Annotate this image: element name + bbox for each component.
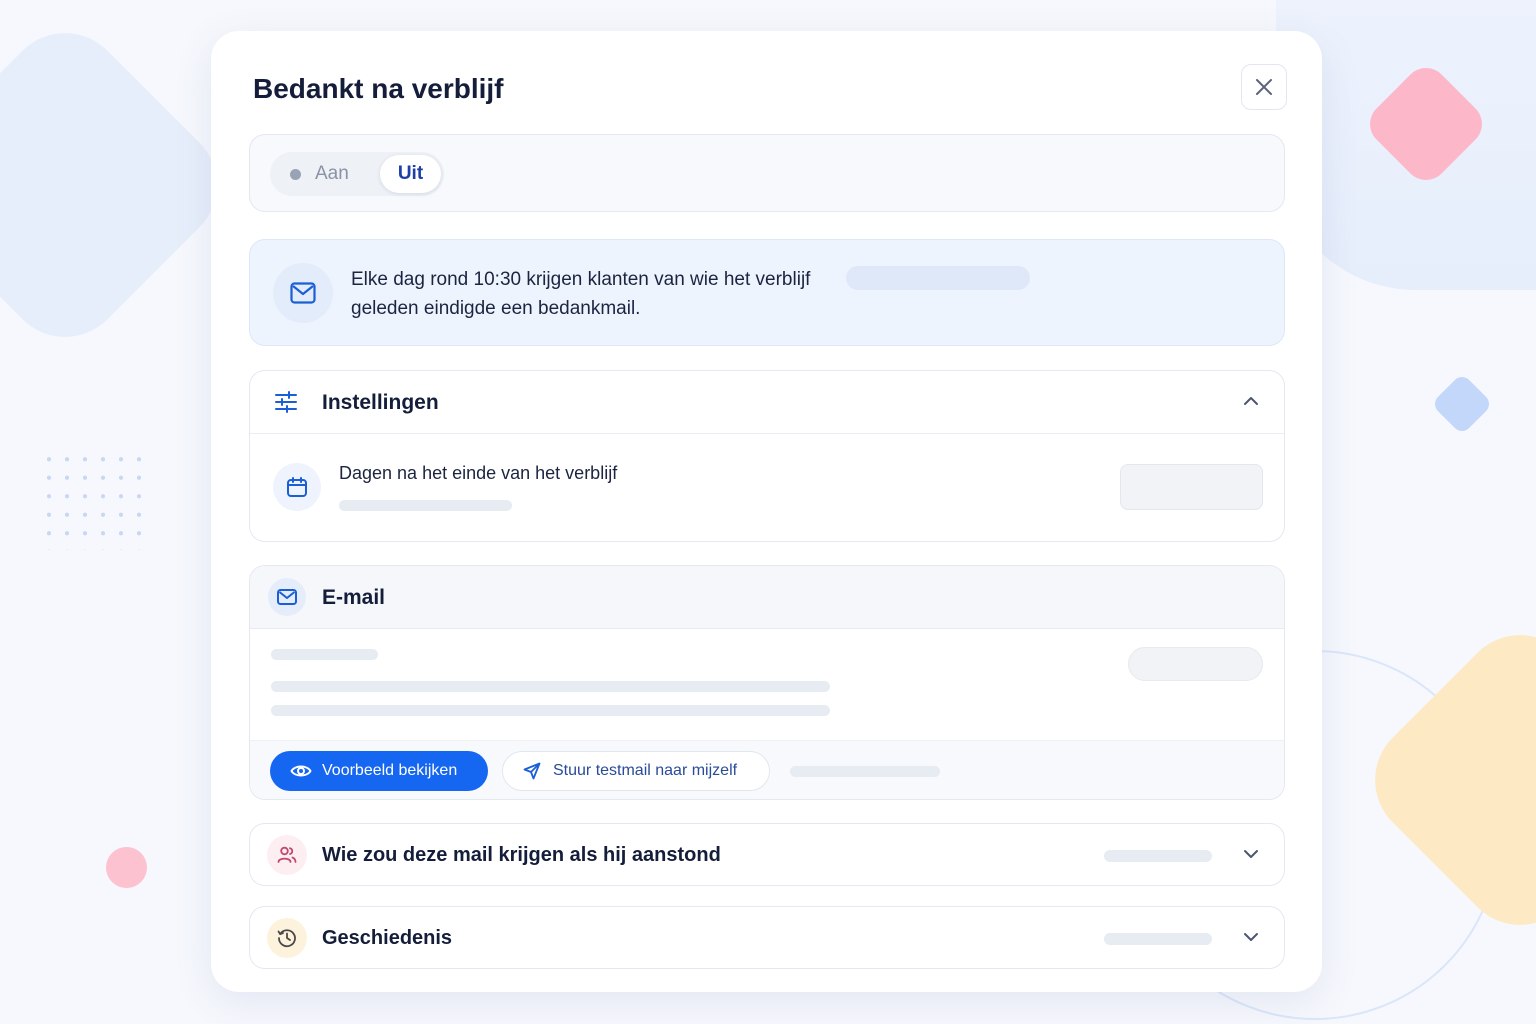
- settings-section: Instellingen Dagen na het einde van het …: [249, 370, 1285, 542]
- modal-title: Bedankt na verblijf: [253, 73, 504, 104]
- send-test-button[interactable]: Stuur testmail naar mijzelf: [502, 751, 770, 791]
- status-toggle[interactable]: Aan Uit: [270, 152, 444, 196]
- days-after-stay-input[interactable]: [1120, 464, 1263, 510]
- placeholder-skeleton: [846, 266, 1030, 290]
- users-icon-container: [267, 835, 307, 875]
- toggle-on-option[interactable]: Aan: [270, 152, 380, 196]
- status-toggle-card: Aan Uit: [249, 134, 1285, 212]
- toggle-off-option[interactable]: Uit: [380, 155, 441, 193]
- email-header: E-mail: [250, 566, 1284, 629]
- settings-title: Instellingen: [322, 391, 439, 414]
- background-diamond: [1430, 372, 1494, 436]
- calendar-icon: [287, 477, 307, 497]
- placeholder-skeleton: [271, 649, 378, 660]
- placeholder-skeleton: [1104, 933, 1212, 945]
- placeholder-skeleton: [1104, 850, 1212, 862]
- mail-icon: [290, 282, 316, 304]
- email-title: E-mail: [322, 586, 386, 609]
- chevron-up-icon[interactable]: [1242, 392, 1260, 410]
- background-dot-grid: [40, 450, 152, 550]
- placeholder-skeleton: [271, 705, 830, 716]
- info-icon-container: [273, 263, 333, 323]
- preview-button-label: Voorbeeld bekijken: [322, 762, 458, 779]
- settings-header[interactable]: Instellingen: [250, 371, 1284, 434]
- email-section: E-mail Voorbeeld bekijken Stuur testmail…: [249, 565, 1285, 800]
- calendar-icon-container: [273, 463, 321, 511]
- status-dot-icon: [290, 168, 301, 180]
- send-test-button-label: Stuur testmail naar mijzelf: [553, 762, 738, 779]
- history-clock-icon: [277, 929, 296, 948]
- mail-icon: [277, 589, 297, 605]
- background-dot: [106, 847, 147, 888]
- close-button[interactable]: [1241, 64, 1287, 110]
- info-text: Elke dag rond 10:30 krijgen klanten van …: [351, 269, 811, 319]
- eye-icon: [290, 765, 312, 777]
- chevron-down-icon[interactable]: [1242, 928, 1260, 946]
- days-after-stay-label: Dagen na het einde van het verblijf: [339, 463, 618, 483]
- chevron-down-icon[interactable]: [1242, 845, 1260, 863]
- placeholder-skeleton: [271, 681, 830, 692]
- recipients-title: Wie zou deze mail krijgen als hij aansto…: [322, 844, 721, 866]
- send-icon: [523, 762, 541, 780]
- toggle-off-label: Uit: [397, 163, 424, 184]
- close-icon: [1256, 79, 1272, 95]
- email-icon-container: [268, 578, 306, 616]
- toggle-on-label: Aan: [315, 163, 349, 184]
- preview-button[interactable]: Voorbeeld bekijken: [270, 751, 488, 791]
- history-title: Geschiedenis: [322, 927, 453, 949]
- history-section[interactable]: Geschiedenis: [249, 906, 1285, 969]
- clock-icon-container: [267, 918, 307, 958]
- email-actions: Voorbeeld bekijken Stuur testmail naar m…: [250, 740, 1284, 799]
- placeholder-skeleton: [339, 500, 512, 511]
- background-blob: [0, 8, 242, 362]
- placeholder-skeleton: [790, 766, 940, 777]
- sliders-icon: [275, 391, 297, 413]
- info-banner: Elke dag rond 10:30 krijgen klanten van …: [249, 239, 1285, 346]
- automation-modal: Bedankt na verblijf Aan Uit Elke dag ron…: [211, 31, 1322, 992]
- users-icon: [277, 846, 297, 863]
- recipients-section[interactable]: Wie zou deze mail krijgen als hij aansto…: [249, 823, 1285, 886]
- placeholder-pill: [1128, 647, 1263, 681]
